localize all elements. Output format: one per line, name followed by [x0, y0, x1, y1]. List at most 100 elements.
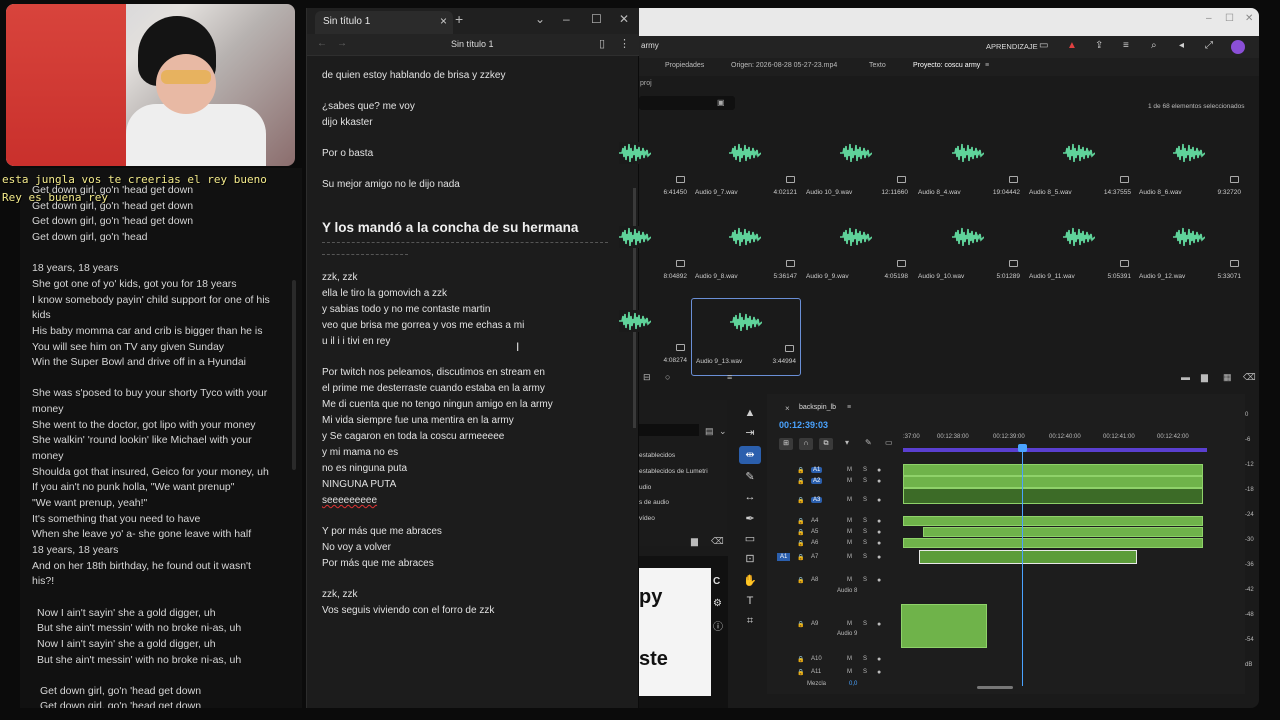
mute-button[interactable]: M	[847, 577, 852, 583]
sort-icon[interactable]: ≡	[727, 372, 732, 382]
audio-clip-thumbnail[interactable]: Audio 9_13.wav 3:44994	[691, 298, 801, 376]
volume-icon[interactable]: ◂	[1179, 40, 1184, 51]
audio-clip[interactable]	[903, 464, 1203, 476]
fullscreen-icon[interactable]: ⤢	[1205, 40, 1213, 51]
audio-clip[interactable]	[923, 527, 1203, 537]
close-window-icon[interactable]: ✕	[1245, 13, 1253, 24]
mic-icon[interactable]: ●	[877, 529, 881, 536]
search-icon[interactable]: ⌕	[1151, 40, 1157, 51]
audio-clip-thumbnail[interactable]: Audio 8_6.wav 9:32720	[1135, 130, 1245, 208]
effects-folder[interactable]: establecidos de Lumetri	[639, 468, 708, 475]
lock-icon[interactable]: 🔒	[797, 656, 804, 663]
lock-icon[interactable]: 🔒	[797, 540, 804, 547]
new-tab-icon[interactable]: +	[455, 11, 463, 27]
menu-icon[interactable]: ≡	[1123, 40, 1129, 51]
mute-button[interactable]: M	[847, 467, 852, 473]
comment-icon[interactable]: C	[713, 576, 720, 587]
mic-icon[interactable]: ●	[877, 497, 881, 504]
lock-icon[interactable]: 🔒	[797, 467, 804, 474]
track-icon[interactable]: ⊡	[739, 550, 761, 568]
effects-folder[interactable]: s de audio	[639, 499, 669, 506]
track-label[interactable]: A7	[811, 554, 818, 560]
minimize-icon[interactable]: –	[1206, 13, 1212, 24]
track-label[interactable]: A4	[811, 518, 818, 524]
audio-clip[interactable]	[903, 538, 1203, 548]
track-label[interactable]: A1	[811, 467, 823, 473]
track-label[interactable]: A10	[811, 656, 822, 662]
timecode[interactable]: 00:12:39:03	[779, 420, 828, 430]
mute-button[interactable]: M	[847, 540, 852, 546]
linked-icon[interactable]: ⧉	[819, 438, 833, 450]
folder-icon[interactable]: ▆	[691, 536, 698, 547]
selection-tool-icon[interactable]: ▲	[739, 404, 761, 422]
audio-clip-thumbnail[interactable]: Audio 9_9.wav 4:05198	[802, 214, 912, 292]
tab-text[interactable]: Texto	[869, 62, 886, 69]
magnet-icon[interactable]: ∩	[799, 438, 813, 450]
wrench-icon[interactable]: ✎	[865, 438, 872, 447]
audio-clip[interactable]	[919, 550, 1137, 564]
close-icon[interactable]: ×	[785, 404, 790, 413]
zoom-slider[interactable]: ○	[665, 372, 670, 382]
preset-icon[interactable]: ▤	[705, 426, 714, 437]
audio-clip-thumbnail[interactable]: Audio 9_10.wav 5:01289	[914, 214, 1024, 292]
mute-button[interactable]: M	[847, 518, 852, 524]
audio-clip-thumbnail[interactable]: 4:08274	[581, 298, 691, 376]
trash-icon[interactable]: ⌫	[711, 536, 724, 547]
tab-document[interactable]: Sin título 1 ×	[315, 11, 453, 34]
maximize-icon[interactable]: ☐	[591, 12, 602, 26]
lock-icon[interactable]: 🔒	[797, 621, 804, 628]
lock-icon[interactable]: 🔒	[797, 529, 804, 536]
lock-icon[interactable]: 🔒	[797, 669, 804, 676]
lock-icon[interactable]: 🔒	[797, 497, 804, 504]
audio-clip-thumbnail[interactable]: 8:04892	[581, 214, 691, 292]
audio-clip[interactable]	[901, 604, 987, 648]
sequence-tab[interactable]: backspin_lb	[799, 404, 836, 411]
track-label[interactable]: A2	[811, 478, 823, 484]
share-icon[interactable]: ⇪	[1095, 40, 1103, 51]
snap-icon[interactable]: ⊞	[779, 438, 793, 450]
mute-button[interactable]: M	[847, 529, 852, 535]
slip-icon[interactable]: ↔	[739, 488, 761, 506]
lock-icon[interactable]: 🔒	[797, 554, 804, 561]
solo-button[interactable]: S	[863, 656, 867, 662]
lyrics-scrollbar[interactable]	[292, 280, 296, 470]
more-options-icon[interactable]: ⋮	[619, 37, 630, 50]
track-target-a7[interactable]: A1	[777, 553, 791, 561]
time-ruler[interactable]: :37:00 00:12:38:00 00:12:39:00 00:12:40:00 0…	[903, 434, 1223, 444]
folder-icon[interactable]: ▆	[1201, 372, 1208, 383]
close-window-icon[interactable]: ✕	[619, 12, 629, 26]
book-icon[interactable]: ▯	[599, 37, 605, 50]
track-label[interactable]: A6	[811, 540, 818, 546]
solo-button[interactable]: S	[863, 621, 867, 627]
solo-button[interactable]: S	[863, 529, 867, 535]
mic-icon[interactable]: ●	[877, 467, 881, 474]
chevron-down-icon[interactable]: ⌄	[535, 12, 545, 26]
track-label[interactable]: A11	[811, 669, 821, 675]
new-bin-icon[interactable]: ▬	[1181, 372, 1190, 382]
mute-button[interactable]: M	[847, 554, 852, 560]
forward-icon[interactable]: →	[337, 38, 347, 49]
workspace-learn[interactable]: APRENDIZAJE	[986, 42, 1038, 51]
work-area-bar[interactable]	[903, 448, 1207, 452]
text-tool-icon[interactable]: T	[739, 592, 761, 610]
solo-button[interactable]: S	[863, 577, 867, 583]
audio-clip-thumbnail[interactable]: Audio 8_4.wav 19:04442	[914, 130, 1024, 208]
caption-icon[interactable]: ⌗	[739, 612, 761, 630]
solo-button[interactable]: S	[863, 497, 867, 503]
solo-button[interactable]: S	[863, 540, 867, 546]
lock-icon[interactable]: 🔒	[797, 518, 804, 525]
audio-clip-thumbnail[interactable]: Audio 9_7.wav 4:02121	[691, 130, 801, 208]
playhead[interactable]	[1022, 450, 1023, 686]
audio-clip-thumbnail[interactable]: Audio 10_9.wav 12:11660	[802, 130, 912, 208]
mic-icon[interactable]: ●	[877, 478, 881, 485]
hand-icon[interactable]: ✋	[739, 572, 761, 590]
audio-clip-thumbnail[interactable]: Audio 9_12.wav 5:33071	[1135, 214, 1245, 292]
tab-project[interactable]: Proyecto: coscu army	[913, 62, 980, 69]
bin-icon[interactable]: ▣	[717, 98, 725, 107]
trash-icon[interactable]: ⌫	[1243, 372, 1256, 383]
audio-clip-thumbnail[interactable]: Audio 8_5.wav 14:37555	[1025, 130, 1135, 208]
effects-folder[interactable]: establecidos	[639, 452, 675, 459]
mute-button[interactable]: M	[847, 669, 852, 675]
audio-clip-thumbnail[interactable]: 6:41450	[581, 130, 691, 208]
new-item-icon[interactable]: ▦	[1223, 372, 1232, 383]
